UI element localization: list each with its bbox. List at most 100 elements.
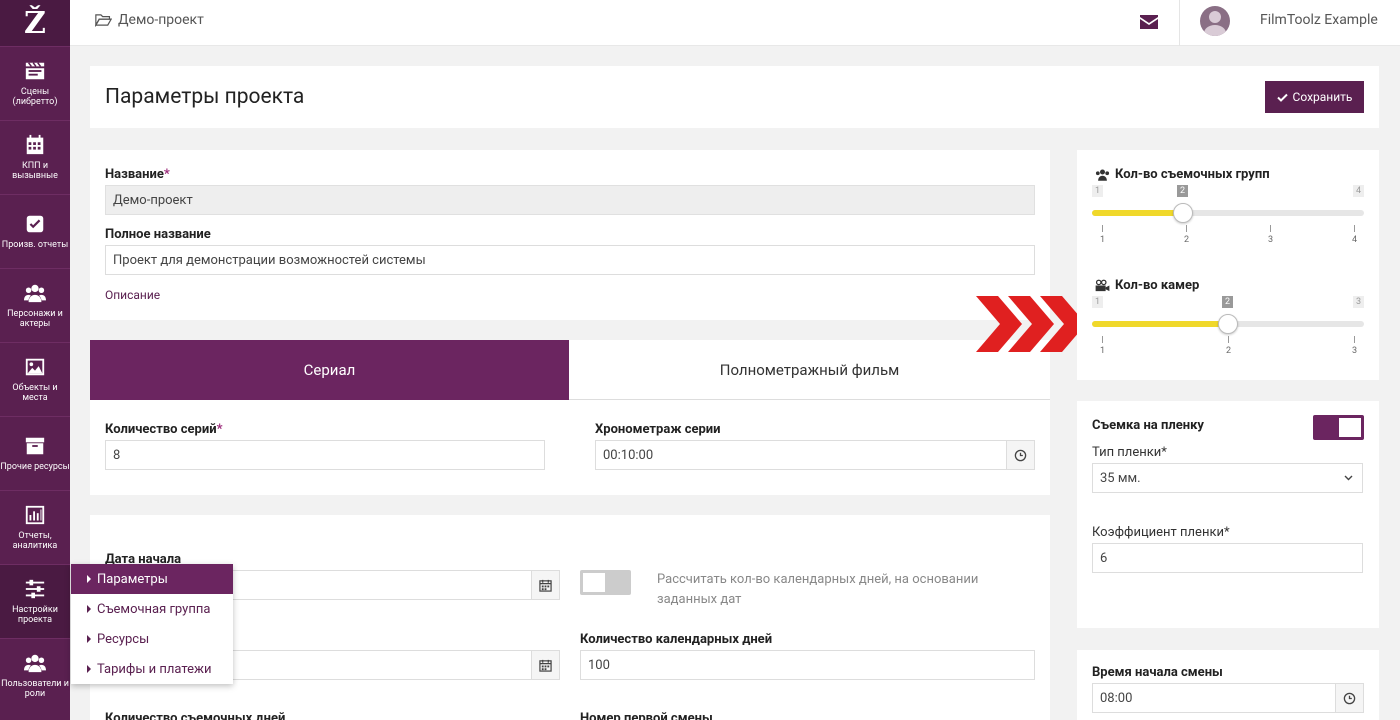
- slider-tick: [1354, 225, 1355, 232]
- bar-chart-icon: [25, 505, 45, 525]
- clapperboard-icon: [25, 62, 45, 80]
- sidebar-item-locations[interactable]: Объекты и места: [0, 342, 70, 416]
- caret-right-icon: [87, 605, 91, 613]
- slider-tick-label: 3: [1268, 235, 1274, 245]
- project-fullname-field[interactable]: Проект для демонстрации возможностей сис…: [105, 245, 1035, 275]
- project-info-card: Название* Демо-проект Полное название Пр…: [90, 150, 1050, 320]
- slider-min-label: 1: [1092, 296, 1104, 308]
- clock-button[interactable]: [1006, 441, 1034, 469]
- calendar-button[interactable]: [531, 651, 559, 679]
- sidebar-item-label: КПП и вызывные: [12, 161, 58, 181]
- slider-max-label: 4: [1352, 185, 1364, 197]
- film-type-value: 35 мм.: [1100, 471, 1141, 486]
- film-coef-label: Коэффициент пленки*: [1092, 525, 1230, 540]
- app-logo[interactable]: Ž: [0, 0, 70, 46]
- sidebar-item-label: Отчеты, аналитика: [12, 531, 58, 551]
- caret-right-icon: [87, 665, 91, 673]
- page-title: Параметры проекта: [105, 85, 305, 109]
- slider-tick-label: 1: [1100, 235, 1106, 245]
- top-bar: Демо-проект FilmToolz Example: [70, 0, 1400, 46]
- cameras-slider-text: Кол-во камер: [1115, 278, 1200, 293]
- groups-slider[interactable]: 1 2 4 1 2 3 4: [1092, 185, 1364, 255]
- sidebar-item-reports[interactable]: Произв. отчеты: [0, 194, 70, 268]
- sidebar-item-analytics[interactable]: Отчеты, аналитика: [0, 490, 70, 564]
- film-type-label: Тип пленки*: [1092, 445, 1167, 460]
- slider-tick-label: 4: [1352, 235, 1358, 245]
- menu-item-tariffs[interactable]: Тарифы и платежи: [71, 654, 233, 684]
- breadcrumb[interactable]: Демо-проект: [95, 12, 204, 28]
- sidebar-item-resources[interactable]: Прочие ресурсы: [0, 416, 70, 490]
- menu-item-label: Параметры: [97, 571, 168, 587]
- slider-track[interactable]: [1092, 314, 1364, 334]
- slider-tick-label: 1: [1100, 346, 1106, 356]
- calendar-days-label: Количество календарных дней: [580, 632, 773, 647]
- calendar-days-input[interactable]: 100: [580, 650, 1035, 680]
- shift-start-input[interactable]: 08:00: [1092, 683, 1364, 713]
- avatar[interactable]: [1200, 6, 1230, 36]
- menu-item-crew[interactable]: Съемочная группа: [71, 594, 233, 624]
- slider-fill: [1092, 210, 1183, 216]
- series-duration-value: 00:10:00: [603, 448, 654, 463]
- series-count-input[interactable]: 8: [105, 440, 545, 470]
- tab-series[interactable]: Сериал: [90, 340, 569, 400]
- film-type-select[interactable]: 35 мм.: [1092, 463, 1363, 493]
- sidebar-item-scenes[interactable]: Сцены (либретто): [0, 46, 70, 120]
- save-button[interactable]: Сохранить: [1265, 81, 1364, 113]
- sidebar-item-kpp[interactable]: КПП и вызывные: [0, 120, 70, 194]
- slider-max-label: 3: [1352, 296, 1364, 308]
- sidebar-item-label: Объекты и места: [12, 383, 58, 403]
- dates-card: Дата начала Рассчитать кол-во календарны…: [90, 515, 1050, 720]
- project-name-field[interactable]: Демо-проект: [105, 185, 1035, 215]
- breadcrumb-project: Демо-проект: [118, 12, 204, 28]
- clock-button[interactable]: [1335, 684, 1363, 712]
- sidebar-item-characters[interactable]: Персонажи и актеры: [0, 268, 70, 342]
- slider-tick: [1102, 225, 1103, 232]
- slider-handle[interactable]: [1218, 314, 1238, 334]
- user-name[interactable]: FilmToolz Example: [1260, 12, 1378, 28]
- slider-value-label: 2: [1177, 185, 1189, 197]
- sidebar-item-settings[interactable]: Настройки проекта: [0, 564, 70, 638]
- film-card: Съемка на пленку Тип пленки* 35 мм. Коэф…: [1077, 401, 1379, 628]
- image-icon: [25, 358, 45, 376]
- calc-days-hint: Рассчитать кол-во календарных дней, на о…: [657, 572, 979, 607]
- users-icon: [1095, 169, 1110, 181]
- series-duration-input[interactable]: 00:10:00: [595, 440, 1035, 470]
- calendar-button[interactable]: [531, 571, 559, 599]
- slider-tick: [1228, 336, 1229, 343]
- save-button-label: Сохранить: [1292, 90, 1353, 104]
- video-camera-icon: [1095, 279, 1110, 292]
- check-icon: [1276, 93, 1288, 102]
- series-duration-label: Хронометраж серии: [595, 422, 721, 437]
- menu-item-parameters[interactable]: Параметры: [71, 564, 233, 594]
- menu-item-label: Тарифы и платежи: [97, 661, 212, 677]
- slider-min-label: 1: [1092, 185, 1104, 197]
- slider-fill: [1092, 321, 1228, 327]
- first-shift-label: Номер первой смены: [580, 711, 713, 720]
- film-coef-input[interactable]: 6: [1092, 543, 1363, 573]
- slider-value-label: 2: [1222, 296, 1234, 308]
- shift-start-value: 08:00: [1100, 691, 1133, 706]
- slider-track[interactable]: [1092, 203, 1364, 223]
- calc-days-toggle[interactable]: [580, 570, 631, 595]
- slider-handle[interactable]: [1173, 203, 1193, 223]
- groups-slider-label: Кол-во съемочных групп: [1095, 167, 1270, 182]
- fullname-label: Полное название: [105, 227, 211, 242]
- calendar-icon: [539, 659, 552, 672]
- cameras-slider-label: Кол-во камер: [1095, 278, 1199, 293]
- sidebar-item-label: Произв. отчеты: [1, 240, 69, 250]
- sidebar-item-users[interactable]: Пользователи и роли: [0, 638, 70, 712]
- description-link[interactable]: Описание: [105, 288, 160, 302]
- slider-tick: [1270, 225, 1271, 232]
- shoot-days-label: Количество съемочных дней: [105, 711, 286, 720]
- menu-item-resources[interactable]: Ресурсы: [71, 624, 233, 654]
- folder-open-icon: [95, 14, 112, 27]
- envelope-icon[interactable]: [1140, 14, 1158, 30]
- checkbox-icon: [26, 215, 44, 233]
- shoot-on-film-toggle[interactable]: [1313, 415, 1364, 440]
- divider: [1179, 0, 1180, 46]
- sliders-card: Кол-во съемочных групп 1 2 4 1 2 3 4 Кол-во…: [1077, 150, 1379, 380]
- clock-icon: [1014, 449, 1027, 461]
- red-chevron-arrows-icon: [976, 296, 1086, 352]
- cameras-slider[interactable]: 1 2 3 1 2 3: [1092, 296, 1364, 366]
- series-count-label: Количество серий*: [105, 422, 223, 437]
